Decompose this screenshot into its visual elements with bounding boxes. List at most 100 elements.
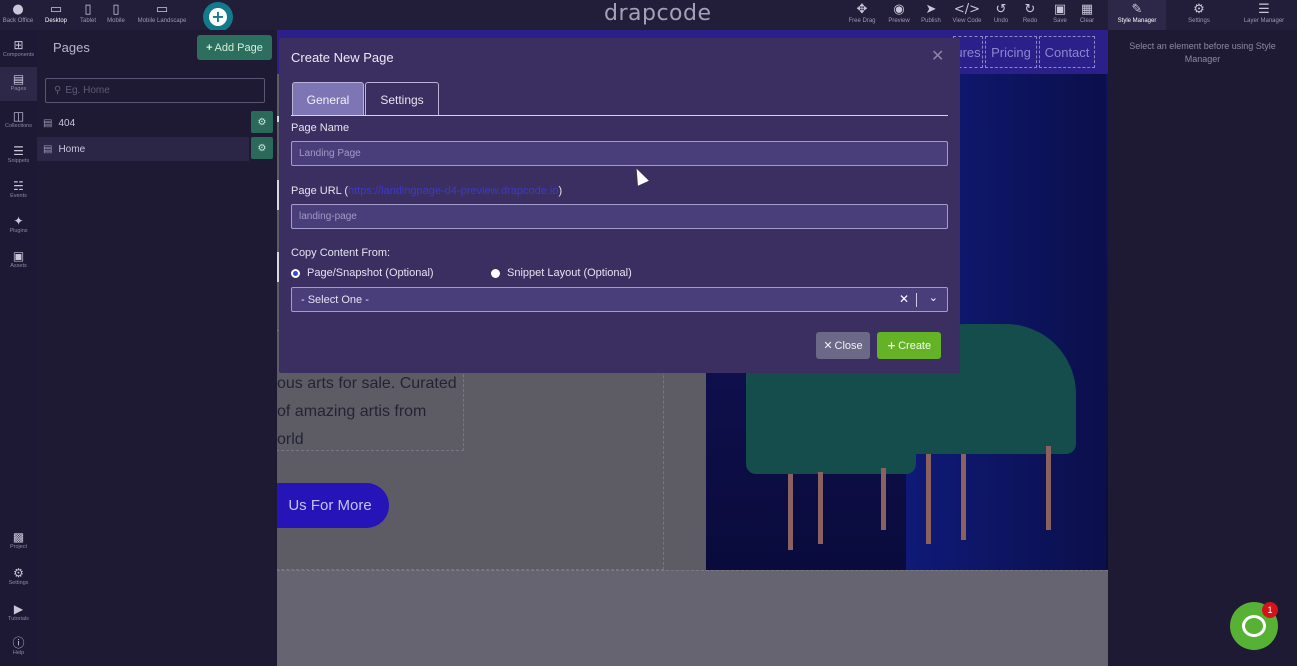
tab-style-manager[interactable]: ✎ Style Manager bbox=[1112, 2, 1162, 25]
hero-line: ous arts for sale. Curated bbox=[277, 375, 457, 392]
page-settings-button[interactable]: ⚙ bbox=[251, 137, 273, 159]
rail-item-components[interactable]: ⊞ Components bbox=[0, 38, 37, 59]
search-placeholder: Eg. Home bbox=[65, 85, 110, 96]
page-list-item[interactable]: ▤ 404 bbox=[37, 111, 249, 135]
free-drag-button[interactable]: ✥ Free Drag bbox=[846, 2, 878, 25]
device-desktop-button[interactable]: ▭ Desktop bbox=[44, 2, 68, 25]
radio-snippet-layout-label: Snippet Layout (Optional) bbox=[507, 267, 632, 279]
modal-title: Create New Page bbox=[291, 50, 394, 65]
plus-square-icon: ⊞ bbox=[13, 38, 24, 52]
view-code-button[interactable]: </> View Code bbox=[950, 2, 984, 25]
eye-icon: ◉ bbox=[893, 2, 905, 17]
top-toolbar: ● Back Office ▭ Desktop ▯ Tablet ▯ Mobil… bbox=[0, 0, 1297, 32]
create-page-modal: Create New Page ✕ General Settings Page … bbox=[279, 38, 960, 373]
page-url-label: Page URL (https://landingpage-d4-preview… bbox=[291, 185, 562, 197]
rail-item-project[interactable]: ▩ Project bbox=[0, 530, 37, 551]
search-icon: ⚲ bbox=[54, 85, 62, 96]
tab-layer-manager[interactable]: ☰ Layer Manager bbox=[1238, 2, 1290, 25]
tablet-icon: ▯ bbox=[84, 2, 92, 17]
chair-leg bbox=[961, 454, 966, 540]
device-tablet-button[interactable]: ▯ Tablet bbox=[78, 2, 98, 25]
close-icon[interactable]: ✕ bbox=[931, 46, 944, 65]
tab-settings[interactable]: Settings bbox=[365, 82, 439, 116]
redo-button[interactable]: ↻ Redo bbox=[1018, 2, 1042, 25]
rail-item-pages[interactable]: ▤ Pages bbox=[0, 67, 37, 101]
style-manager-hint: Select an element before using Style Man… bbox=[1129, 41, 1276, 64]
rail-item-tutorials[interactable]: ▶ Tutorials bbox=[0, 602, 37, 623]
cta-button[interactable]: Us For More bbox=[277, 483, 389, 528]
user-icon: ● bbox=[12, 2, 24, 17]
project-icon: ▩ bbox=[12, 530, 25, 544]
page-list-item-label: Home bbox=[58, 143, 86, 155]
tab-settings[interactable]: ⚙ Settings bbox=[1182, 2, 1216, 25]
rail-item-plugins[interactable]: ✦ Plugins bbox=[0, 214, 37, 235]
redo-icon: ↻ bbox=[1024, 2, 1036, 17]
select-separator bbox=[916, 293, 917, 307]
move-icon: ✥ bbox=[856, 2, 868, 17]
undo-button[interactable]: ↺ Undo bbox=[990, 2, 1012, 25]
copy-content-label: Copy Content From: bbox=[291, 247, 391, 259]
radio-page-snapshot-label: Page/Snapshot (Optional) bbox=[307, 267, 434, 279]
rail-item-settings[interactable]: ⚙ Settings bbox=[0, 566, 37, 587]
sitemap-icon: ☵ bbox=[13, 179, 24, 193]
image-icon: ▣ bbox=[12, 249, 25, 263]
radio-snippet-layout[interactable]: Snippet Layout (Optional) bbox=[491, 267, 632, 279]
chair-leg bbox=[788, 474, 793, 550]
clear-icon[interactable]: ✕ bbox=[899, 292, 909, 306]
trash-icon: ▦ bbox=[1080, 2, 1094, 17]
clear-button[interactable]: ▦ Clear bbox=[1076, 2, 1098, 25]
page-search-input[interactable]: ⚲ Eg. Home bbox=[45, 78, 265, 103]
save-button[interactable]: ▣ Save bbox=[1050, 2, 1070, 25]
tools-icon: ✦ bbox=[13, 214, 24, 228]
radio-unchecked-icon bbox=[491, 268, 500, 278]
add-page-button[interactable]: + Add Page bbox=[197, 35, 272, 60]
publish-button[interactable]: ➤ Publish bbox=[918, 2, 944, 25]
rail-item-help[interactable]: ⓘ Help bbox=[0, 636, 37, 657]
radio-checked-icon bbox=[291, 268, 300, 278]
hero-description: ous arts for sale. Curated of amazing ar… bbox=[277, 370, 465, 454]
list-icon: ☰ bbox=[13, 144, 24, 158]
device-mobile-button[interactable]: ▯ Mobile bbox=[106, 2, 126, 25]
page-list-item[interactable]: ▤ Home bbox=[37, 137, 249, 161]
left-rail: ⊞ Components ▤ Pages ◫ Collections ☰ Sni… bbox=[0, 30, 37, 666]
lower-section bbox=[277, 570, 1108, 666]
chat-bubble-icon bbox=[1242, 615, 1266, 637]
gear-icon: ⚙ bbox=[257, 116, 267, 128]
close-button[interactable]: ✕ Close bbox=[816, 332, 870, 359]
rail-item-events[interactable]: ☵ Events bbox=[0, 179, 37, 200]
page-url-link[interactable]: https://landingpage-d4-preview.drapcode.… bbox=[348, 185, 558, 197]
radio-page-snapshot[interactable]: Page/Snapshot (Optional) bbox=[291, 267, 434, 279]
page-name-input[interactable]: Landing Page bbox=[291, 141, 948, 166]
chair-leg bbox=[818, 472, 823, 544]
page-url-input[interactable]: landing-page bbox=[291, 204, 948, 229]
back-office-button[interactable]: ● Back Office bbox=[0, 2, 36, 25]
page-list-item-label: 404 bbox=[58, 117, 76, 129]
nav-link-pricing[interactable]: Pricing bbox=[985, 36, 1037, 68]
hero-line: orld bbox=[277, 431, 304, 448]
file-icon: ▤ bbox=[43, 117, 53, 129]
file-icon: ▤ bbox=[43, 143, 53, 155]
page-settings-button[interactable]: ⚙ bbox=[251, 111, 273, 133]
desktop-icon: ▭ bbox=[49, 2, 63, 17]
plus-icon: + bbox=[886, 339, 897, 352]
chair-leg bbox=[926, 454, 931, 544]
rail-item-snippets[interactable]: ☰ Snippets bbox=[0, 144, 37, 165]
create-button[interactable]: + Create bbox=[877, 332, 941, 359]
device-mobile-landscape-button[interactable]: ▭ Mobile Landscape bbox=[136, 2, 188, 25]
tabs-divider bbox=[291, 115, 948, 116]
hero-line: of amazing artis from bbox=[277, 403, 427, 420]
rail-item-assets[interactable]: ▣ Assets bbox=[0, 249, 37, 270]
nav-link-contact[interactable]: Contact bbox=[1039, 36, 1095, 68]
page-name-label: Page Name bbox=[291, 122, 350, 134]
add-component-button[interactable]: + bbox=[203, 2, 233, 32]
chevron-down-icon[interactable]: ⌄ bbox=[929, 291, 938, 304]
preview-button[interactable]: ◉ Preview bbox=[886, 2, 912, 25]
mobile-icon: ▯ bbox=[112, 2, 120, 17]
copy-source-select[interactable]: - Select One - ✕ ⌄ bbox=[291, 287, 948, 312]
tab-general[interactable]: General bbox=[292, 82, 364, 116]
play-icon: ▶ bbox=[13, 602, 24, 616]
plus-icon: + bbox=[209, 8, 227, 26]
gear-icon: ⚙ bbox=[257, 142, 267, 154]
rail-item-collections[interactable]: ◫ Collections bbox=[0, 109, 37, 130]
page-url-label-suffix: ) bbox=[558, 185, 563, 197]
